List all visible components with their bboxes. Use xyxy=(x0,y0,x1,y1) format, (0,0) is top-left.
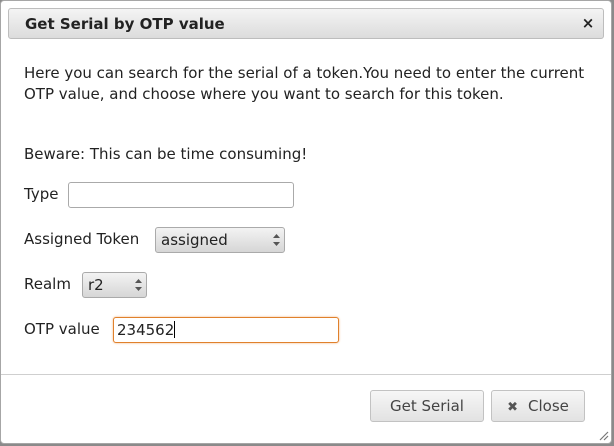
otp-input-value: 234562 xyxy=(117,321,175,339)
footer-divider xyxy=(1,374,611,375)
realm-value: r2 xyxy=(88,276,104,294)
assigned-token-select[interactable]: assigned xyxy=(155,227,285,253)
select-arrows-icon xyxy=(135,279,142,291)
get-serial-dialog: Get Serial by OTP value × Here you can s… xyxy=(0,0,612,444)
get-serial-button-label: Get Serial xyxy=(390,397,464,415)
assigned-token-value: assigned xyxy=(161,231,228,249)
close-button-label: Close xyxy=(528,397,569,415)
type-input[interactable] xyxy=(68,182,294,208)
intro-text: Here you can search for the serial of a … xyxy=(24,64,585,103)
dialog-titlebar[interactable]: Get Serial by OTP value × xyxy=(8,8,604,39)
text-caret xyxy=(174,321,176,338)
close-button[interactable]: ✖ Close xyxy=(491,390,585,422)
otp-input[interactable]: 234562 xyxy=(113,317,339,343)
realm-select[interactable]: r2 xyxy=(82,272,147,298)
get-serial-button[interactable]: Get Serial xyxy=(370,390,484,422)
otp-label: OTP value xyxy=(24,320,100,338)
close-icon[interactable]: × xyxy=(579,13,597,33)
close-icon: ✖ xyxy=(507,400,519,415)
realm-label: Realm xyxy=(24,275,71,293)
type-label: Type xyxy=(24,185,59,203)
resize-grip-icon[interactable] xyxy=(597,429,609,441)
assigned-token-label: Assigned Token xyxy=(24,230,140,248)
dialog-content: Here you can search for the serial of a … xyxy=(24,63,594,163)
warning-text: Beware: This can be time consuming! xyxy=(24,145,308,163)
select-arrows-icon xyxy=(273,234,280,246)
dialog-title: Get Serial by OTP value xyxy=(25,15,225,33)
